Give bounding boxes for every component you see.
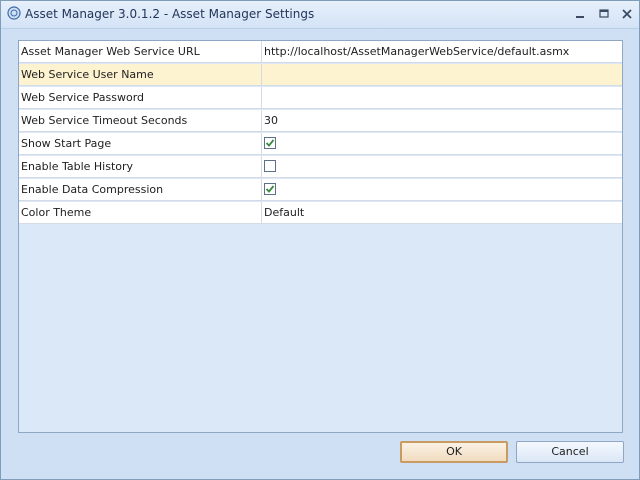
web-service-url-field[interactable]: http://localhost/AssetManagerWebService/… [264,45,619,58]
color-theme-select[interactable]: Default [264,206,619,219]
settings-dialog: Asset Manager 3.0.1.2 - Asset Manager Se… [0,0,640,480]
show-start-page-checkbox[interactable] [264,137,276,149]
setting-name: Asset Manager Web Service URL [21,45,200,58]
setting-name: Web Service Timeout Seconds [21,114,188,127]
settings-row-timeout[interactable]: Web Service Timeout Seconds 30 [19,110,622,132]
column-divider [261,41,262,63]
settings-row-color-theme[interactable]: Color Theme Default [19,202,622,224]
settings-row-user-name[interactable]: Web Service User Name [19,64,622,86]
settings-row-password[interactable]: Web Service Password [19,87,622,109]
settings-grid: Asset Manager Web Service URL http://loc… [18,40,623,433]
minimize-icon[interactable] [572,7,588,21]
column-divider [261,110,262,132]
column-divider [261,179,262,201]
setting-name: Web Service User Name [21,68,154,81]
setting-name: Show Start Page [21,137,112,150]
settings-row-show-start-page[interactable]: Show Start Page [19,133,622,155]
column-divider [261,87,262,109]
data-compression-checkbox[interactable] [264,183,276,195]
app-logo-icon [7,6,21,20]
column-divider [261,64,262,86]
settings-row-data-compression[interactable]: Enable Data Compression [19,179,622,201]
checkmark-icon [265,139,275,147]
timeout-field[interactable]: 30 [264,114,619,127]
maximize-icon[interactable] [596,7,612,21]
setting-name: Color Theme [21,206,92,219]
title-bar[interactable]: Asset Manager 3.0.1.2 - Asset Manager Se… [1,1,639,29]
column-divider [261,156,262,178]
checkmark-icon [265,185,275,193]
setting-name: Web Service Password [21,91,145,104]
settings-row-web-service-url[interactable]: Asset Manager Web Service URL http://loc… [19,41,622,63]
setting-name: Enable Table History [21,160,134,173]
column-divider [261,202,262,224]
ok-button[interactable]: OK [400,441,508,463]
window-title: Asset Manager 3.0.1.2 - Asset Manager Se… [25,7,315,21]
column-divider [261,133,262,155]
close-icon[interactable] [619,7,635,21]
table-history-checkbox[interactable] [264,160,276,172]
setting-name: Enable Data Compression [21,183,164,196]
cancel-button[interactable]: Cancel [516,441,624,463]
settings-row-table-history[interactable]: Enable Table History [19,156,622,178]
